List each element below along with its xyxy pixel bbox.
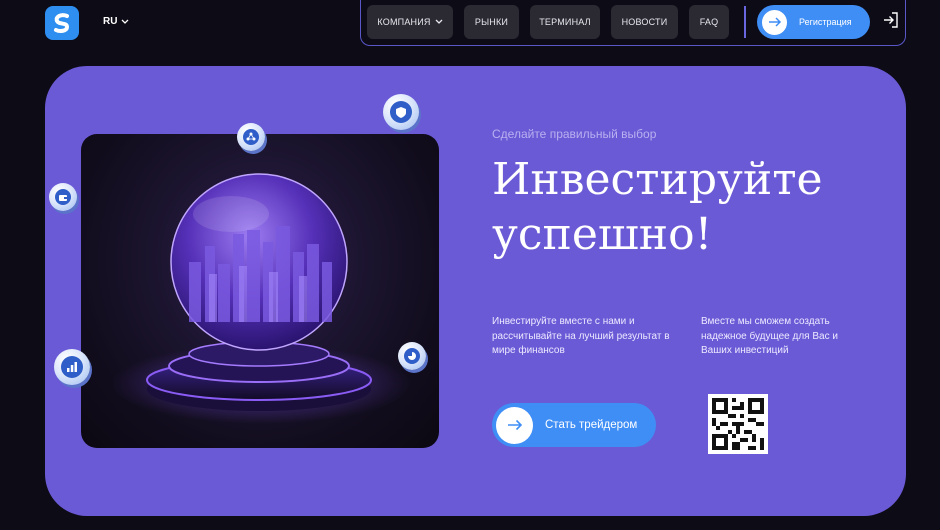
- nav-item-markets[interactable]: РЫНКИ: [464, 5, 519, 39]
- nav-divider: [744, 6, 746, 38]
- wallet-coin-icon: [49, 183, 77, 211]
- nav-item-label: НОВОСТИ: [621, 17, 668, 27]
- hero-subtitle: Сделайте правильный выбор: [492, 127, 657, 141]
- arrow-right-icon: [760, 7, 789, 37]
- nav-item-terminal[interactable]: ТЕРМИНАЛ: [530, 5, 600, 39]
- hero-section: Сделайте правильный выбор Инвестируйте у…: [45, 66, 906, 516]
- logo-icon[interactable]: [45, 6, 79, 40]
- language-label: RU: [103, 16, 118, 27]
- become-trader-button[interactable]: Стать трейдером: [492, 403, 656, 447]
- nav-item-company[interactable]: КОМПАНИЯ: [367, 5, 453, 39]
- chart-coin-icon: [54, 349, 90, 385]
- nav-item-label: ТЕРМИНАЛ: [539, 17, 591, 27]
- pie-coin-icon: [398, 342, 426, 370]
- register-label: Регистрация: [799, 17, 852, 27]
- qr-code[interactable]: [708, 394, 768, 454]
- register-button[interactable]: Регистрация: [757, 5, 870, 39]
- arrow-right-icon: [496, 406, 533, 444]
- crystal-ball-city-image: [81, 134, 439, 448]
- shield-coin-icon: [383, 94, 419, 130]
- cta-label: Стать трейдером: [545, 419, 638, 431]
- hero-description-right: Вместе мы сможем создать надежное будуще…: [701, 316, 838, 356]
- headline-line-1: Инвестируйте: [492, 154, 823, 205]
- nav-item-label: FAQ: [699, 17, 719, 27]
- hero-description-left: Инвестируйте вместе с нами и рассчитывай…: [492, 316, 670, 356]
- nav-item-label: КОМПАНИЯ: [377, 17, 431, 27]
- login-icon[interactable]: [882, 11, 900, 29]
- chevron-down-icon: [121, 19, 129, 24]
- top-navigation: КОМПАНИЯ РЫНКИ ТЕРМИНАЛ НОВОСТИ FAQ Реги…: [360, 0, 906, 46]
- network-coin-icon: [237, 123, 265, 151]
- language-selector[interactable]: RU: [103, 16, 129, 27]
- nav-item-label: РЫНКИ: [474, 17, 509, 27]
- chevron-down-icon: [435, 19, 443, 24]
- nav-item-faq[interactable]: FAQ: [689, 5, 729, 39]
- headline-line-2: успешно!: [492, 209, 713, 260]
- nav-item-news[interactable]: НОВОСТИ: [611, 5, 678, 39]
- hero-headline: Инвестируйте успешно!: [492, 152, 823, 262]
